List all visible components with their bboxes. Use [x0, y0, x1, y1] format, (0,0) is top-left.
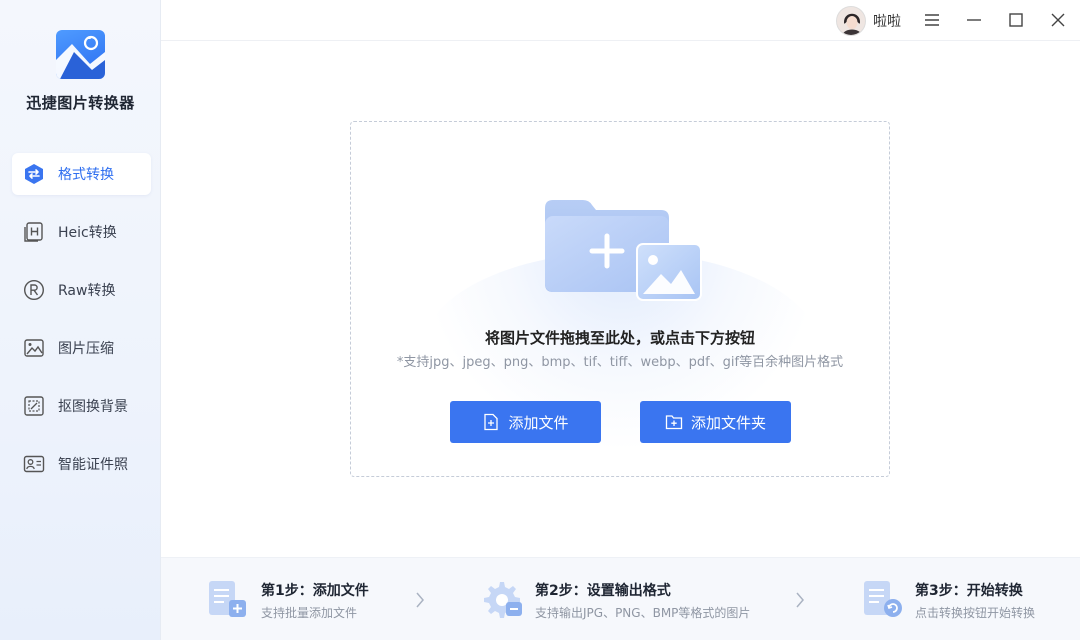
sidebar-item-image-compress[interactable]: 图片压缩: [12, 327, 151, 369]
sidebar-item-format-convert[interactable]: 格式转换: [12, 153, 151, 195]
sidebar-item-heic[interactable]: Heic转换: [12, 211, 151, 253]
menu-icon[interactable]: [920, 8, 944, 32]
folder-add-image-icon: [543, 196, 708, 306]
step-1: 第1步：添加文件 支持批量添加文件: [207, 558, 447, 640]
add-file-button[interactable]: 添加文件: [450, 401, 601, 443]
heic-icon: [22, 220, 46, 244]
sidebar-item-id-photo[interactable]: 智能证件照: [12, 443, 151, 485]
step-2: 第2步：设置输出格式 支持输出JPG、PNG、BMP等格式的图片: [482, 558, 802, 640]
drop-zone-subtitle: *支持jpg、jpeg、png、bmp、tif、tiff、webp、pdf、gi…: [396, 355, 844, 370]
step-1-title: 第1步：添加文件: [261, 583, 369, 599]
add-file-step-icon: [207, 578, 249, 620]
file-drop-zone[interactable]: 将图片文件拖拽至此处，或点击下方按钮 *支持jpg、jpeg、png、bmp、t…: [350, 121, 890, 477]
step-2-title: 第2步：设置输出格式: [535, 583, 671, 599]
add-folder-button[interactable]: 添加文件夹: [640, 401, 791, 443]
maximize-icon[interactable]: [1004, 8, 1028, 32]
step-3-desc: 点击转换按钮开始转换: [915, 606, 1036, 620]
add-folder-icon: [665, 413, 683, 431]
sidebar-item-raw[interactable]: Raw转换: [12, 269, 151, 311]
avatar[interactable]: [836, 6, 866, 36]
chevron-right-icon: [412, 588, 428, 612]
format-convert-icon: [22, 162, 46, 186]
sidebar-item-cutout[interactable]: 抠图换背景: [12, 385, 151, 427]
sidebar-item-label: 抠图换背景: [58, 399, 128, 415]
start-convert-icon: [862, 578, 904, 620]
id-photo-icon: [22, 452, 46, 476]
username[interactable]: 啦啦: [873, 11, 901, 31]
sidebar-item-label: 格式转换: [58, 167, 114, 183]
step-2-desc: 支持输出JPG、PNG、BMP等格式的图片: [535, 606, 751, 620]
image-compress-icon: [22, 336, 46, 360]
add-folder-label: 添加文件夹: [690, 413, 766, 432]
drop-zone-title: 将图片文件拖拽至此处，或点击下方按钮: [484, 329, 755, 347]
sidebar-item-label: Heic转换: [58, 225, 117, 241]
minimize-icon[interactable]: [962, 8, 986, 32]
raw-icon: [22, 278, 46, 302]
add-file-label: 添加文件: [508, 413, 569, 432]
sidebar-item-label: 图片压缩: [58, 341, 114, 357]
sidebar-item-label: Raw转换: [58, 283, 116, 299]
step-1-desc: 支持批量添加文件: [261, 606, 358, 620]
app-logo-icon: [56, 30, 105, 79]
sidebar: 迅捷图片转换器 格式转换 Heic转换 Raw转换 图片压缩 抠图换背景 智能证…: [0, 0, 161, 640]
cutout-icon: [22, 394, 46, 418]
sidebar-item-label: 智能证件照: [58, 457, 128, 473]
app-title: 迅捷图片转换器: [26, 94, 135, 112]
settings-gear-icon: [482, 578, 524, 620]
close-icon[interactable]: [1046, 8, 1070, 32]
add-file-icon: [482, 413, 500, 431]
step-3-title: 第3步：开始转换: [915, 583, 1023, 599]
step-3: 第3步：开始转换 点击转换按钮开始转换: [862, 558, 1077, 640]
chevron-right-icon: [792, 588, 808, 612]
steps-bar: 第1步：添加文件 支持批量添加文件 第2步：设置输出格式 支持输出JPG、PNG…: [161, 557, 1080, 640]
